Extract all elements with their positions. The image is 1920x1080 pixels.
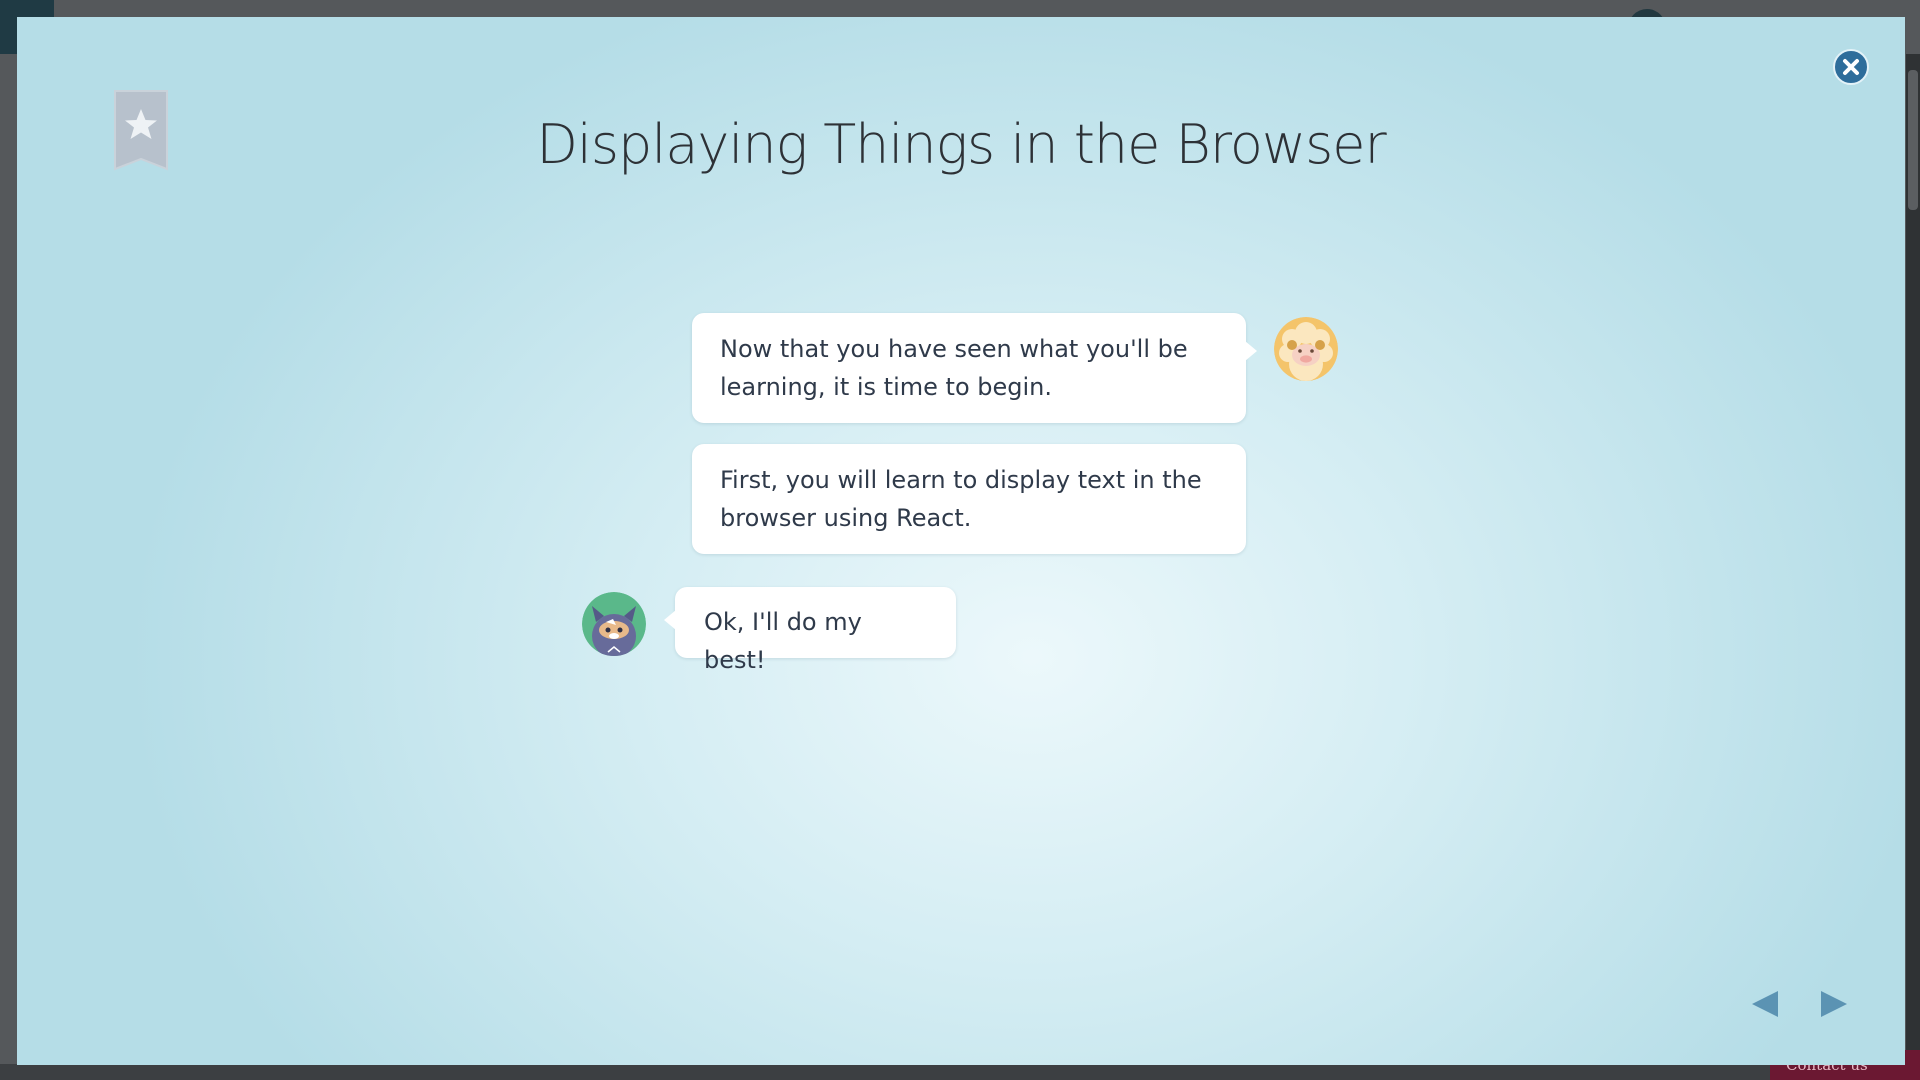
chat-bubble-mentor: Now that you have seen what you'll be le… xyxy=(692,313,1257,423)
triangle-left-icon xyxy=(1752,991,1778,1017)
cat-avatar xyxy=(582,592,646,656)
sheep-avatar xyxy=(1274,317,1338,381)
chat-bubble-mentor: First, you will learn to display text in… xyxy=(692,444,1246,554)
chat-bubble-student: Ok, I'll do my best! xyxy=(664,587,956,674)
lesson-title: Displaying Things in the Browser xyxy=(536,113,1386,176)
message-text: First, you will learn to display text in… xyxy=(720,466,1202,532)
message-text: Now that you have seen what you'll be le… xyxy=(720,335,1188,401)
message-text: Ok, I'll do my best! xyxy=(704,608,862,674)
next-button[interactable] xyxy=(1817,987,1851,1021)
lesson-modal: Displaying Things in the Browser Now tha… xyxy=(17,17,1905,1065)
triangle-right-icon xyxy=(1821,991,1847,1017)
bottom-bar xyxy=(0,1064,1920,1080)
close-button[interactable] xyxy=(1833,49,1869,85)
previous-button[interactable] xyxy=(1748,987,1782,1021)
page-scrollbar-thumb[interactable] xyxy=(1908,70,1918,210)
close-icon xyxy=(1843,59,1859,75)
